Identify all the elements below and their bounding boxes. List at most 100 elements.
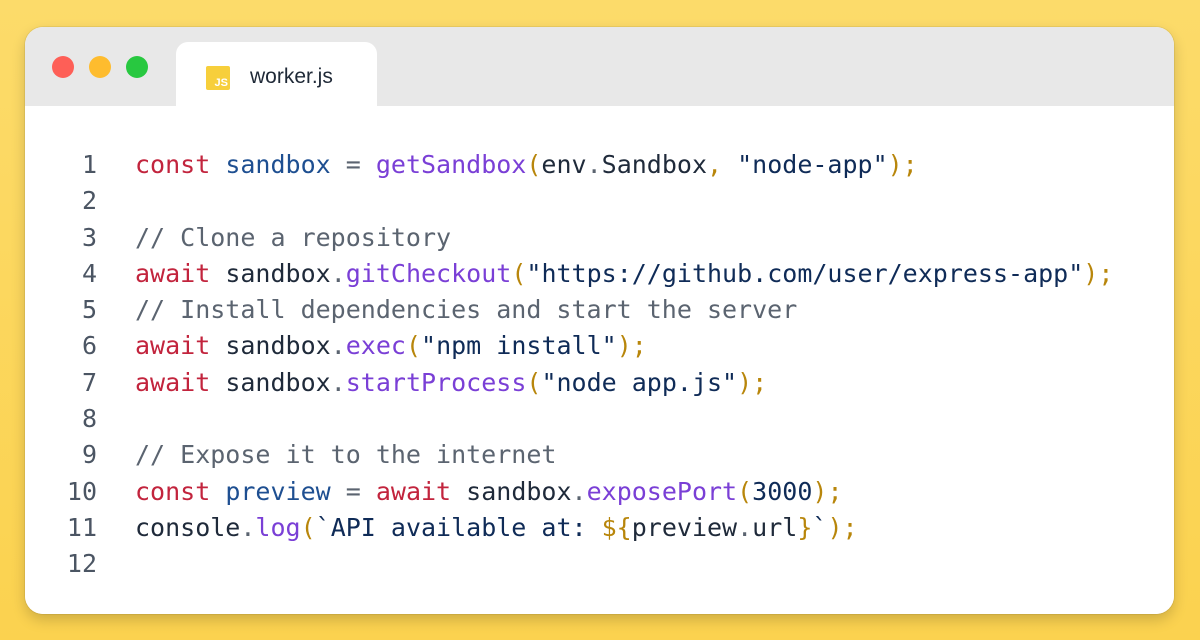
code-token: const [135,476,211,506]
code-token: // Expose it to the internet [135,440,557,470]
code-token: 3000 [752,476,813,506]
line-number: 1 [81,150,97,179]
code-token: const [135,150,211,179]
code-token: "https://github.com/user/express-app" [526,258,1084,288]
code-token: "node app.js" [541,367,738,397]
code-token: "npm install" [421,331,617,361]
line-content: await sandbox.startProcess("node app.js"… [135,365,767,401]
code-token: } [797,512,813,542]
tab-worker-js[interactable]: JS worker.js [176,42,377,106]
code-token: . [571,476,587,506]
line-number: 9 [81,440,97,470]
code-line[interactable]: 12 [25,546,1174,582]
code-token: url [752,512,798,542]
code-token: sandbox [466,476,572,506]
line-number: 12 [66,549,97,579]
code-line[interactable]: 7 await sandbox.startProcess("node app.js… [25,365,1174,401]
code-token: ); [737,367,768,397]
code-token: await [375,476,452,506]
code-token: , [707,150,738,179]
zoom-button[interactable] [126,56,148,78]
code-token: = [330,476,376,506]
code-token: ); [1083,258,1114,288]
code-token: await [135,331,211,361]
code-token: ( [300,512,316,542]
code-token: ); [887,150,918,179]
line-number: 2 [81,186,97,216]
code-token: env [541,150,587,179]
line-number: 10 [66,476,97,506]
line-number: 8 [81,404,97,434]
code-token: exec [345,331,406,361]
code-token: preview [631,512,738,542]
code-token: ( [737,476,753,506]
minimize-button[interactable] [89,56,111,78]
editor-window: JS worker.js 1 const sandbox = getSandbox… [25,27,1174,614]
code-line[interactable]: 2 [25,183,1174,219]
code-token: . [737,512,753,542]
line-number: 3 [81,222,97,252]
code-token: ( [526,367,542,397]
code-token: ( [526,150,542,179]
code-token: await [135,367,211,397]
line-number: 6 [81,331,97,361]
code-token: ` [812,512,828,542]
code-token: gitCheckout [345,258,512,288]
javascript-file-icon-label: JS [214,77,228,89]
line-content: // Expose it to the internet [135,437,556,473]
close-button[interactable] [52,56,74,78]
line-number: 11 [66,512,97,542]
code-token: sandbox [225,258,331,288]
code-token: = [330,150,376,179]
code-line[interactable]: 6 await sandbox.exec("npm install"); [25,328,1174,364]
code-line[interactable]: 9 // Expose it to the internet [25,437,1174,473]
code-token: ${ [601,512,632,542]
code-token: "node-app" [737,150,888,179]
code-token: . [330,331,346,361]
code-line[interactable]: 10 const preview = await sandbox.exposePo… [25,474,1174,510]
code-line[interactable]: 8 [25,401,1174,437]
code-token: startProcess [345,367,527,397]
javascript-file-icon: JS [206,66,230,90]
code-token: . [330,258,346,288]
line-content: await sandbox.gitCheckout("https://githu… [135,256,1113,292]
line-content: await sandbox.exec("npm install"); [135,328,647,364]
line-content: const preview = await sandbox.exposePort… [135,474,843,510]
code-token: await [135,258,211,288]
code-token: sandbox [225,150,331,179]
line-content: const sandbox = getSandbox(env.Sandbox, … [135,147,918,183]
line-content: // Install dependencies and start the se… [135,292,797,328]
code-token: // Clone a repository [135,222,452,252]
code-token: . [586,150,602,179]
code-token: ( [405,331,422,361]
tab-title: worker.js [250,65,333,88]
code-token: `API available at: [315,512,602,542]
code-token: log [255,512,301,542]
line-number: 5 [81,295,97,325]
code-token: . [330,367,346,397]
line-content: // Clone a repository [135,220,451,256]
code-area[interactable]: 1 const sandbox = getSandbox(env.Sandbox,… [25,147,1174,583]
code-token: preview [225,476,331,506]
code-token: Sandbox [601,150,707,179]
code-line[interactable]: 5 // Install dependencies and start the s… [25,292,1174,328]
code-token: ); [827,512,858,542]
code-editor[interactable]: 1 const sandbox = getSandbox(env.Sandbox,… [25,106,1174,614]
line-content: console.log(`API available at: ${preview… [135,510,858,546]
line-number: 7 [81,367,97,397]
code-line[interactable]: 3 // Clone a repository [25,220,1174,256]
code-line[interactable]: 11 console.log(`API available at: ${previ… [25,510,1174,546]
code-line[interactable]: 4 await sandbox.gitCheckout("https://gith… [25,256,1174,292]
code-token: getSandbox [375,150,527,179]
code-token: exposePort [586,476,738,506]
code-token: ); [616,331,647,361]
code-token: ); [812,476,843,506]
code-token: ( [511,258,527,288]
line-number: 4 [81,258,97,288]
code-line[interactable]: 1 const sandbox = getSandbox(env.Sandbox,… [25,147,1174,183]
code-token: // Install dependencies and start the se… [135,295,798,325]
